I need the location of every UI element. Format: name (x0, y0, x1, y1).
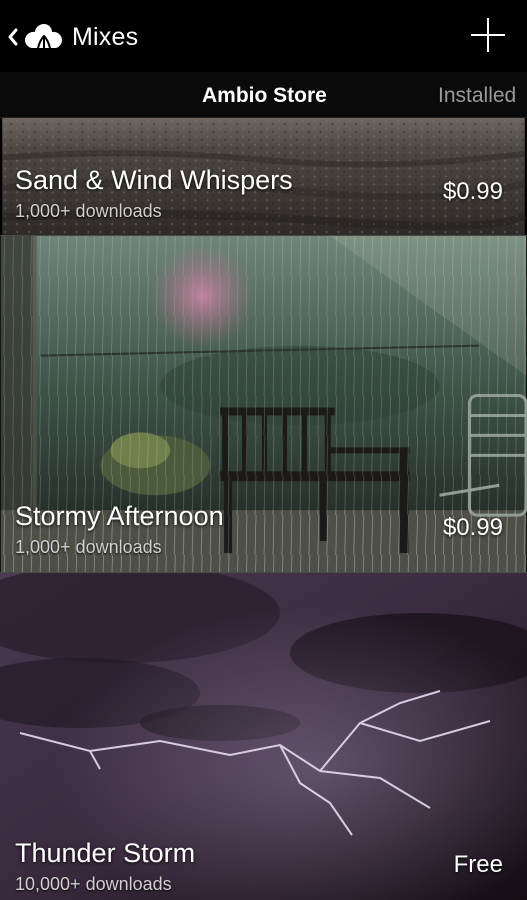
mix-name: Thunder Storm (15, 838, 196, 868)
mix-price[interactable]: $0.99 (443, 178, 503, 206)
mix-card-stormy-afternoon[interactable]: Stormy Afternoon 1,000+ downloads $0.99 (0, 236, 527, 573)
top-bar: Mixes (0, 0, 527, 72)
mix-price[interactable]: $0.99 (443, 514, 503, 542)
plus-icon (471, 18, 505, 52)
mix-name: Stormy Afternoon (15, 501, 224, 531)
add-button[interactable] (469, 16, 507, 54)
tab-installed[interactable]: Installed (438, 84, 516, 108)
back-button[interactable] (6, 20, 66, 54)
mix-card-sand-wind-whispers[interactable]: Sand & Wind Whispers 1,000+ downloads $0… (0, 118, 527, 236)
ambio-logo-icon (22, 20, 66, 54)
mix-name: Sand & Wind Whispers (15, 165, 293, 195)
tab-ambio-store[interactable]: Ambio Store (202, 84, 327, 108)
mix-downloads: 1,000+ downloads (15, 201, 162, 221)
tab-bar: Ambio Store Installed (0, 72, 527, 118)
mix-downloads: 10,000+ downloads (15, 874, 172, 894)
mix-price[interactable]: Free (454, 851, 503, 879)
mix-downloads: 1,000+ downloads (15, 537, 162, 557)
page-title: Mixes (72, 23, 139, 51)
mix-card-thunder-storm[interactable]: Thunder Storm 10,000+ downloads Free (0, 573, 527, 900)
chevron-left-icon (6, 24, 20, 50)
